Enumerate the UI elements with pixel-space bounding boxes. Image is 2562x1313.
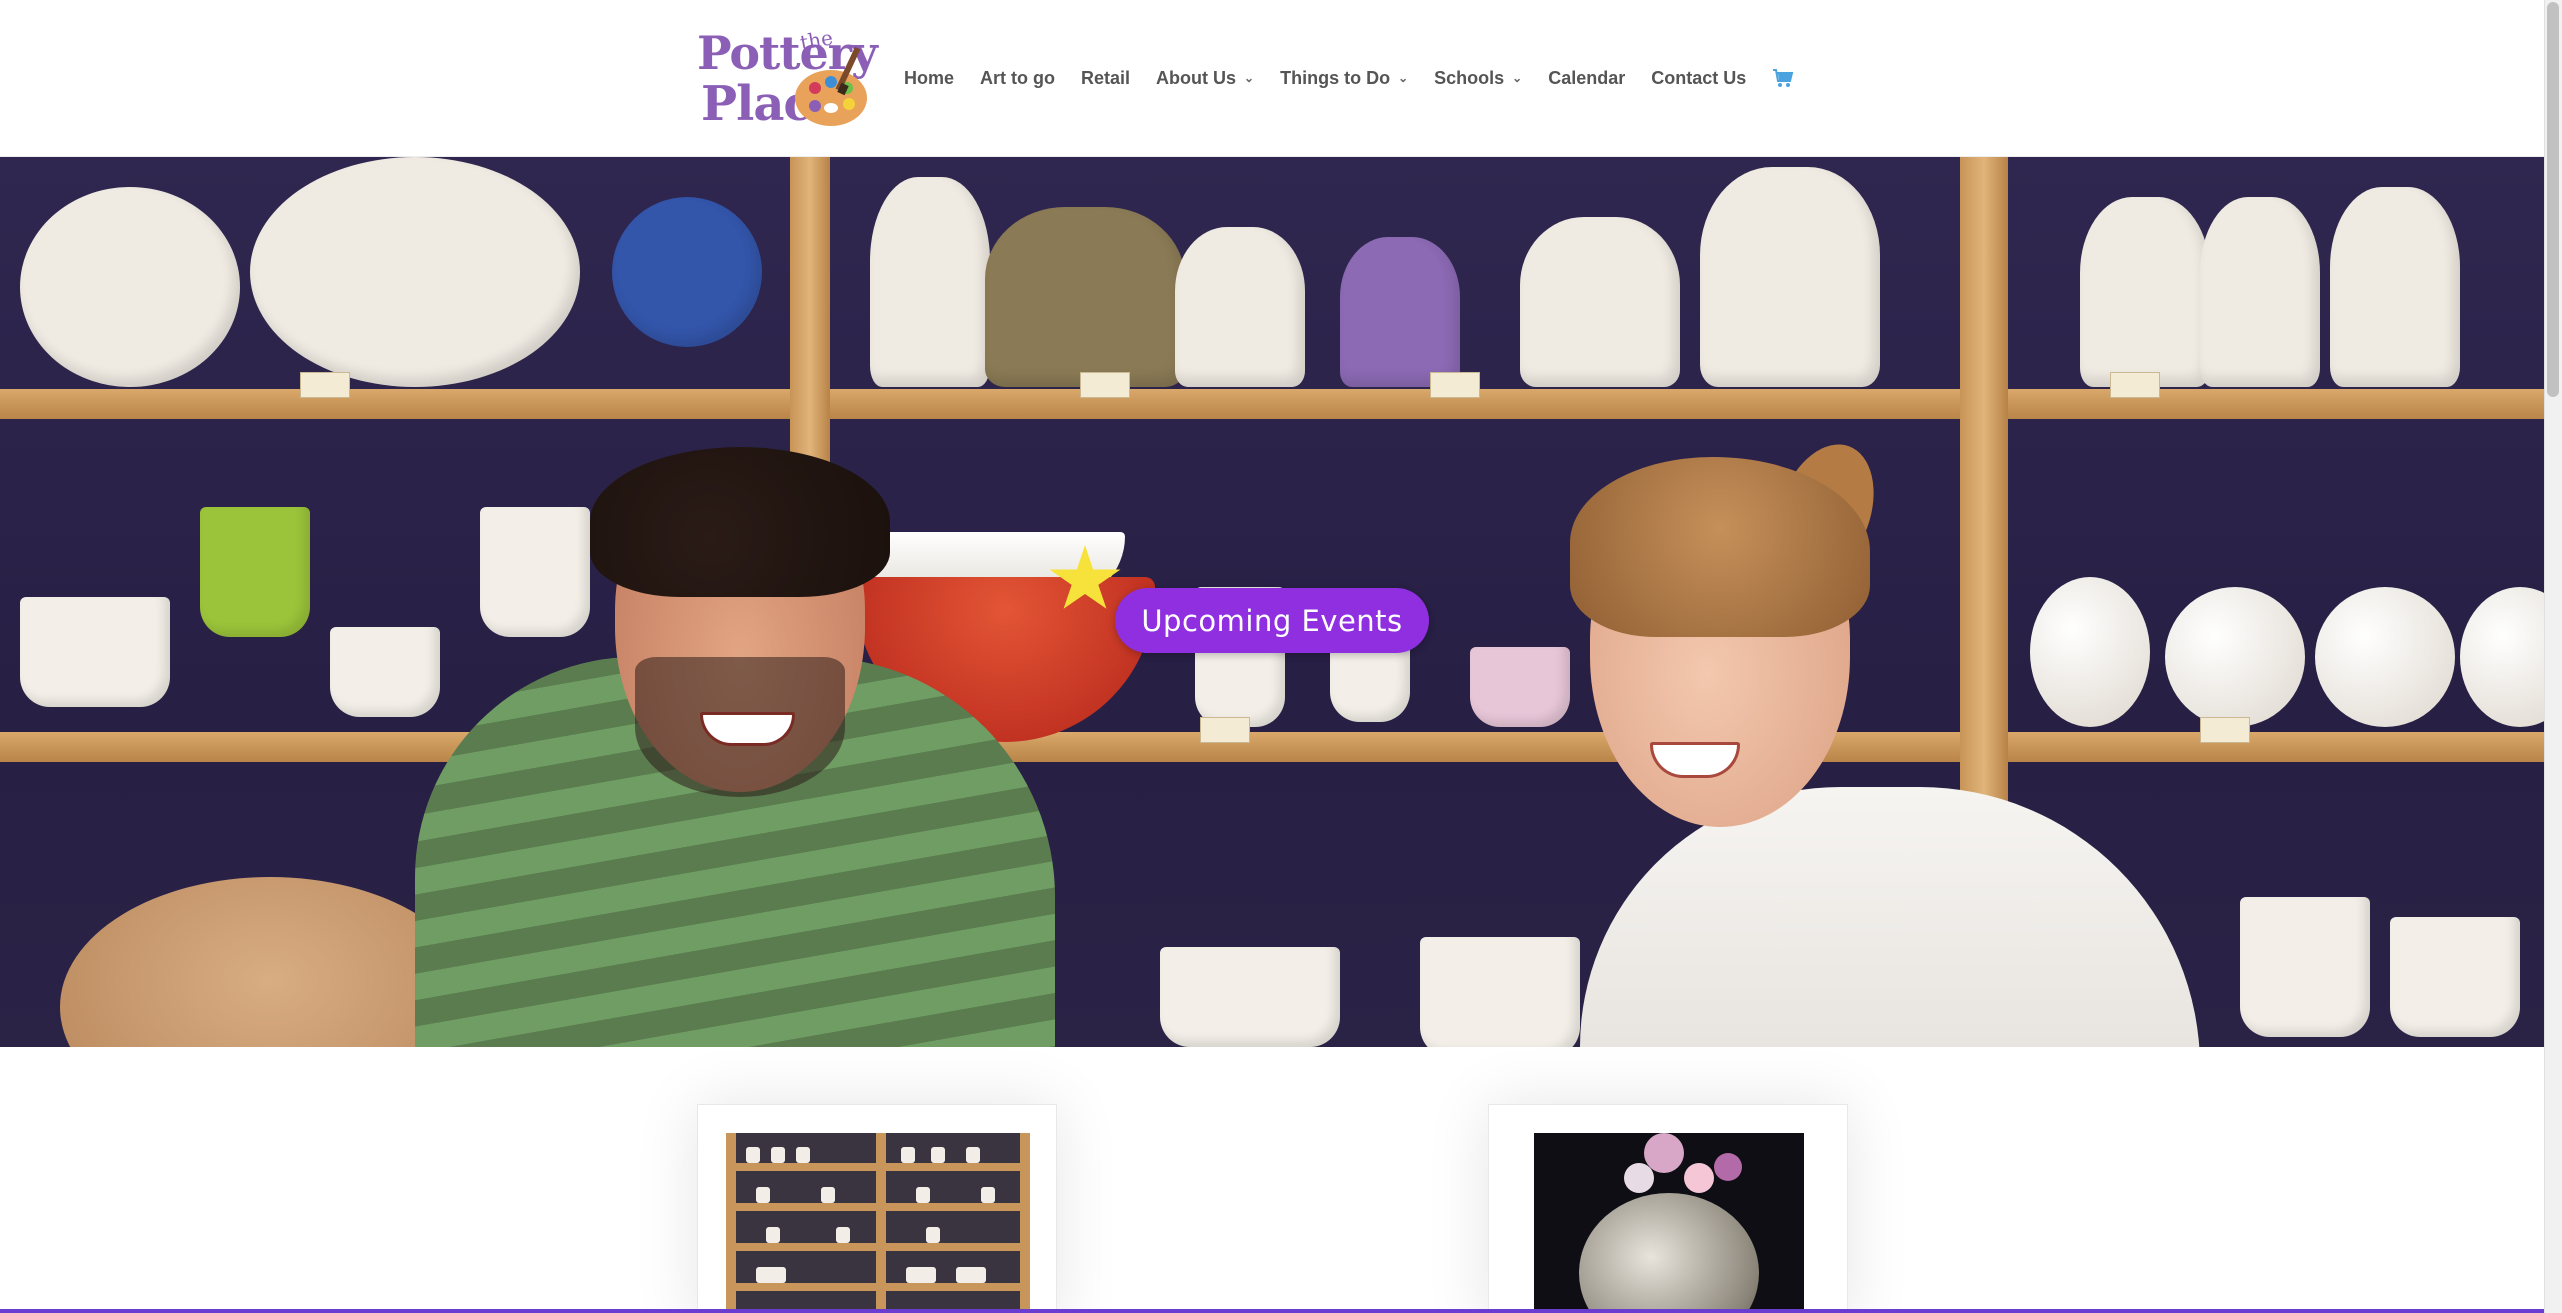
site-header: Pottery the Place Home Art to go Retail …: [0, 0, 2544, 157]
figurine: [985, 207, 1185, 387]
figurine: [2080, 197, 2210, 387]
cup: [330, 627, 440, 717]
shelf: [0, 389, 2544, 419]
plate: [612, 197, 762, 347]
nav-item-about-us[interactable]: About Us ⌄: [1156, 68, 1254, 89]
ceramic-item: [756, 1267, 786, 1283]
mug: [480, 507, 590, 637]
figurine: [870, 177, 990, 387]
ceramic-item: [756, 1187, 770, 1203]
figurine: [2330, 187, 2460, 387]
shelf: [726, 1163, 1030, 1171]
ceramic-item: [766, 1227, 780, 1243]
upcoming-events-button[interactable]: Upcoming Events: [1115, 588, 1429, 653]
sphere: [2315, 587, 2455, 727]
nav-item-contact-us[interactable]: Contact Us: [1651, 68, 1746, 89]
page-scrollbar[interactable]: [2544, 0, 2562, 1313]
sphere: [2165, 587, 2305, 727]
pottery-shelves-image: [726, 1133, 1030, 1313]
ceramic-item: [966, 1147, 980, 1163]
shelf: [726, 1203, 1030, 1211]
nav-label: About Us: [1156, 67, 1237, 88]
ceramic-item: [746, 1147, 760, 1163]
site-logo[interactable]: Pottery the Place: [695, 24, 878, 132]
cart-link[interactable]: [1772, 68, 1794, 88]
ceramic-item: [956, 1267, 986, 1283]
figurine: [2390, 917, 2520, 1037]
figurine: [2200, 197, 2320, 387]
nav-item-calendar[interactable]: Calendar: [1548, 68, 1625, 89]
ceramic-item: [901, 1147, 915, 1163]
ceramic-item: [926, 1227, 940, 1243]
nav-label: Contact Us: [1651, 67, 1747, 88]
price-tag: [1200, 717, 1250, 743]
ceramic-item: [821, 1187, 835, 1203]
figurine: [2240, 897, 2370, 1037]
plate: [250, 157, 580, 387]
shopping-cart-icon: [1773, 69, 1794, 87]
shelf: [726, 1243, 1030, 1251]
ceramic-item: [771, 1147, 785, 1163]
bead: [1684, 1163, 1714, 1193]
teapot: [1420, 937, 1580, 1047]
sphere: [2030, 577, 2150, 727]
scrollbar-thumb[interactable]: [2547, 2, 2559, 397]
man-hair: [590, 447, 890, 597]
figurine: [1175, 227, 1305, 387]
chevron-down-icon: ⌄: [1512, 71, 1523, 85]
nav-item-home[interactable]: Home: [904, 68, 954, 89]
chevron-down-icon: ⌄: [1398, 71, 1409, 85]
ceramic-item: [916, 1187, 930, 1203]
nav-label: Home: [904, 67, 955, 88]
ceramic-item: [836, 1227, 850, 1243]
bead: [1714, 1153, 1742, 1181]
price-tag: [2200, 717, 2250, 743]
nav-item-things-to-do[interactable]: Things to Do ⌄: [1280, 68, 1408, 89]
price-tag: [300, 372, 350, 398]
main-nav: Home Art to go Retail About Us ⌄ Things t…: [904, 64, 1820, 92]
ceramic-item: [931, 1147, 945, 1163]
nav-label: Art to go: [980, 67, 1055, 88]
mug: [200, 507, 310, 637]
nav-label: Retail: [1081, 67, 1131, 88]
nav-label: Things to Do: [1280, 67, 1391, 88]
mug: [20, 597, 170, 707]
figurine: [1700, 167, 1880, 387]
nav-item-schools[interactable]: Schools ⌄: [1434, 68, 1522, 89]
page-bottom-accent: [0, 1309, 2544, 1313]
feature-card[interactable]: [697, 1104, 1057, 1313]
figurine: [1340, 237, 1460, 387]
shelf: [726, 1283, 1030, 1291]
dish: [1160, 947, 1340, 1047]
figurine: [1520, 217, 1680, 387]
paint-palette-icon: [795, 46, 867, 126]
ceramic-item: [906, 1267, 936, 1283]
cupcake: [1470, 647, 1570, 727]
ceramic-item: [796, 1147, 810, 1163]
nav-label: Schools: [1434, 67, 1505, 88]
chevron-down-icon: ⌄: [1244, 71, 1255, 85]
price-tag: [1430, 372, 1480, 398]
heart-pendant: [1579, 1193, 1759, 1313]
plate: [20, 187, 240, 387]
nav-item-art-to-go[interactable]: Art to go: [980, 68, 1055, 89]
price-tag: [2110, 372, 2160, 398]
shelf: [0, 732, 2544, 762]
nav-item-retail[interactable]: Retail: [1081, 68, 1130, 89]
ceramic-item: [981, 1187, 995, 1203]
price-tag: [1080, 372, 1130, 398]
feature-card[interactable]: [1488, 1104, 1848, 1313]
bead: [1624, 1163, 1654, 1193]
heart-pendant-image: [1534, 1133, 1804, 1313]
nav-label: Calendar: [1548, 67, 1626, 88]
